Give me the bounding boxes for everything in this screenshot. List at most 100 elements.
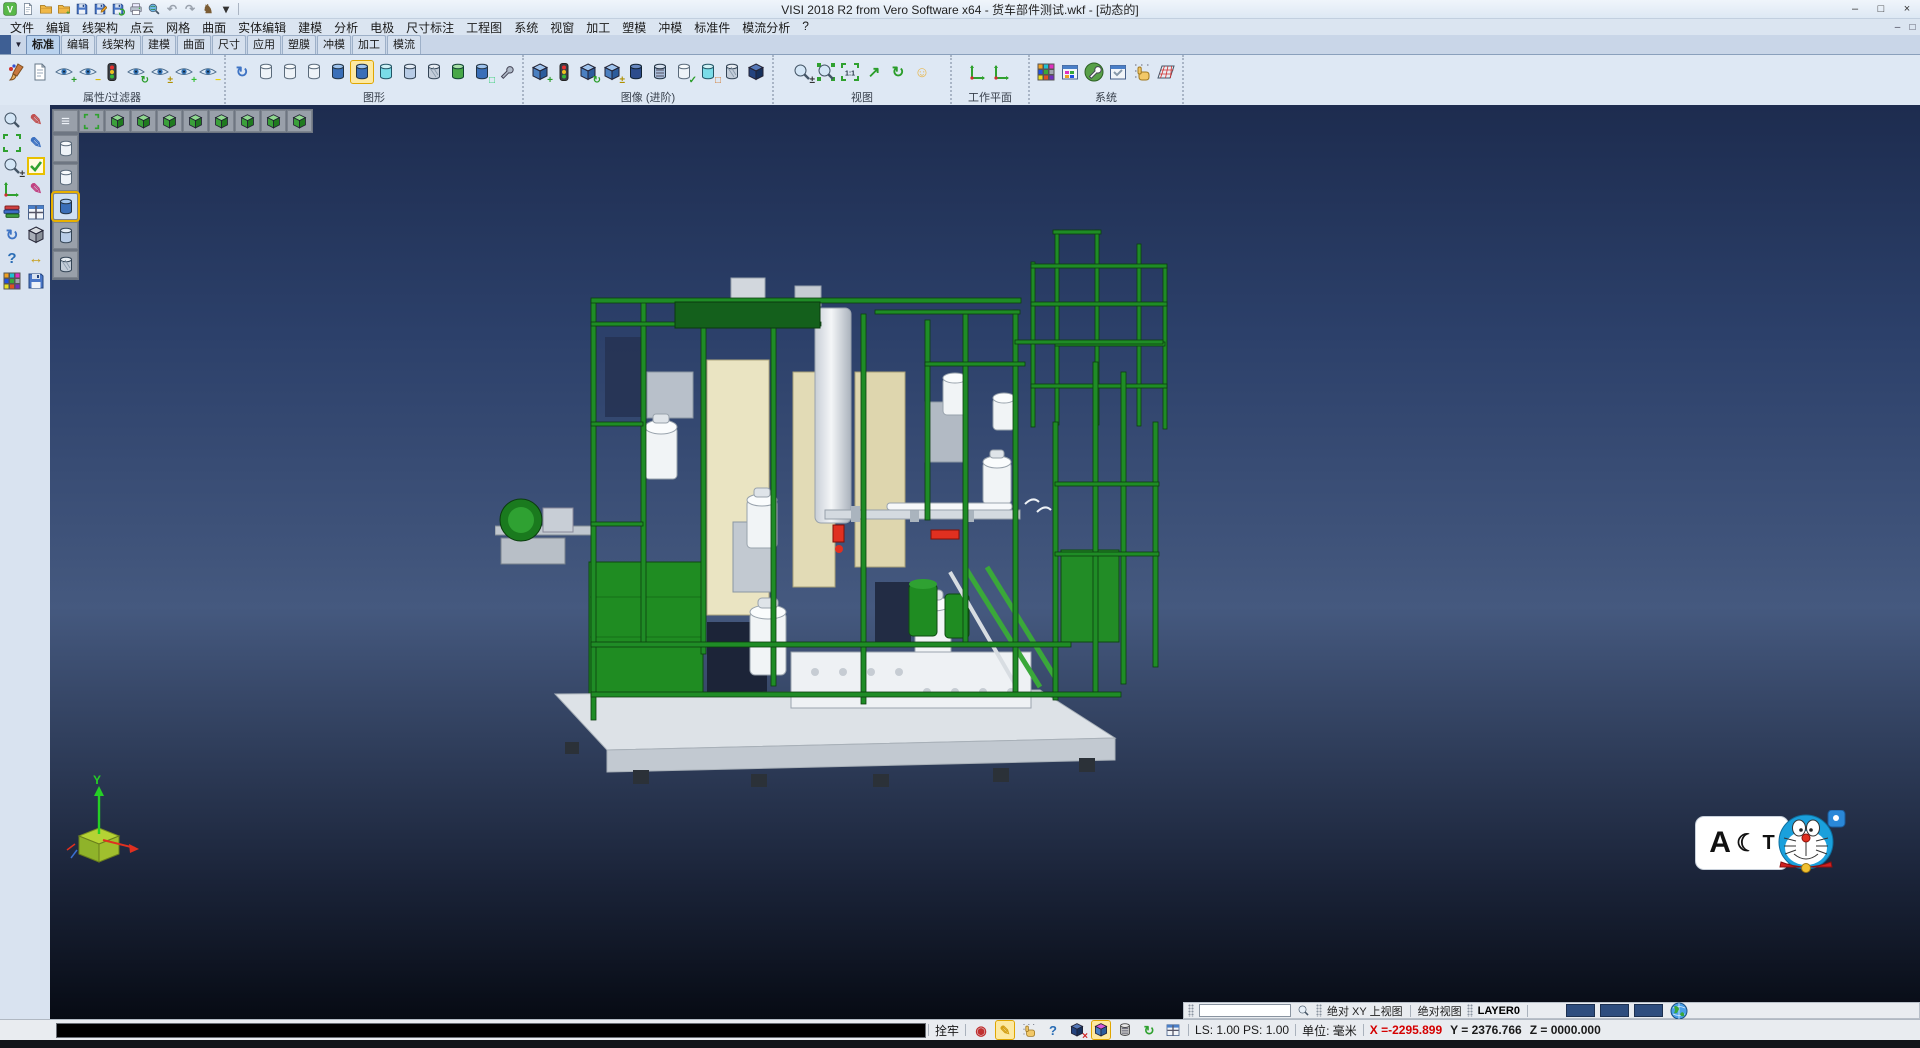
machine-model[interactable] [495,222,1175,787]
toggle-visibility-icon[interactable]: ± [149,61,171,83]
visi-logo[interactable]: V [2,1,18,17]
save-view-icon[interactable] [25,270,47,292]
show-entities-icon[interactable]: + [53,61,75,83]
wireframe-cylinder-icon[interactable] [255,61,277,83]
shaded-edges-cylinder-icon[interactable] [351,61,373,83]
menu-item-视窗[interactable]: 视窗 [544,19,580,36]
solid-view-icon[interactable] [25,224,47,246]
menu-item-塑模[interactable]: 塑模 [616,19,652,36]
validated-cylinder-icon[interactable]: ✓ [673,61,695,83]
undo-icon[interactable]: ↶ [164,1,180,17]
viewport-menu-icon[interactable]: ≡ [53,110,78,132]
move-ucs-icon[interactable] [1,178,23,200]
striped-cylinder-icon[interactable] [649,61,671,83]
window-select-icon[interactable] [1,132,23,154]
render-mesh-icon[interactable] [53,251,78,278]
view-iso-icon[interactable] [105,110,130,132]
advanced-toggle-icon[interactable]: ± [601,61,623,83]
hide-all-icon[interactable]: − [197,61,219,83]
menu-item-文件[interactable]: 文件 [4,19,40,36]
copy-cylinder-icon[interactable]: □ [697,61,719,83]
save-all-icon[interactable] [110,1,126,17]
workplane-align-icon[interactable] [991,61,1013,83]
view-left-icon[interactable] [183,110,208,132]
minimize-button[interactable]: – [1842,1,1868,17]
advanced-show-icon[interactable]: + [529,61,551,83]
more-commands-icon[interactable]: ▾ [218,1,234,17]
tab-modeling[interactable]: 建模 [142,35,176,54]
color-palette-icon[interactable] [1035,61,1057,83]
active-layer-status[interactable]: LAYER0 [1478,1005,1520,1017]
tab-standard[interactable]: 标准 [26,35,60,54]
erase-sketch-icon[interactable]: ✎ [25,109,47,131]
render-ghost-icon[interactable] [53,222,78,249]
view-iso-se-icon[interactable] [287,110,312,132]
curve-icon[interactable]: ✎ [25,178,47,200]
view-front-icon[interactable] [131,110,156,132]
layers-icon[interactable] [1,270,23,292]
shading-face-icon[interactable]: ☺ [911,61,933,83]
shade-cube-icon[interactable] [1092,1021,1110,1039]
menu-item-工程图[interactable]: 工程图 [460,19,508,36]
menu-item-尺寸标注[interactable]: 尺寸标注 [400,19,460,36]
open-file-icon[interactable] [38,1,54,17]
snap-grid-icon[interactable] [1131,61,1153,83]
auto-rotate-icon[interactable]: ↻ [1140,1021,1158,1039]
color-table-icon[interactable] [1059,61,1081,83]
tab-application[interactable]: 应用 [247,35,281,54]
menu-item-实体编辑[interactable]: 实体编辑 [232,19,292,36]
menu-item-线架构[interactable]: 线架构 [76,19,124,36]
view-bottom-icon[interactable] [261,110,286,132]
ghost-cylinder-icon[interactable] [399,61,421,83]
menu-item-?[interactable]: ? [796,19,815,36]
menu-item-编辑[interactable]: 编辑 [40,19,76,36]
hide-cube-icon[interactable]: × [1068,1021,1086,1039]
hide-entities-icon[interactable]: − [77,61,99,83]
menu-item-网格[interactable]: 网格 [160,19,196,36]
save-as-icon[interactable] [92,1,108,17]
view-orientation-status[interactable]: 绝对 XY 上视图 [1327,1003,1403,1019]
measure-view-icon[interactable]: ↗ [863,61,885,83]
options-window-icon[interactable] [1107,61,1129,83]
zoom-extents-icon[interactable] [815,61,837,83]
zoom-window-icon[interactable]: ± [1,155,23,177]
snap-toggle[interactable]: 拴牢 [931,1022,963,1039]
render-hidden-line-icon[interactable] [53,164,78,191]
spline-icon[interactable]: ✎ [25,132,47,154]
toolbar-gripper[interactable] [1316,1004,1322,1017]
render-books-icon[interactable] [1,201,23,223]
tab-edit[interactable]: 编辑 [61,35,95,54]
system-tools-icon[interactable] [1083,61,1105,83]
solid-cube-icon[interactable] [745,61,767,83]
hatch-cylinder-icon[interactable] [423,61,445,83]
menu-item-系统[interactable]: 系统 [508,19,544,36]
pick-wand-icon[interactable]: ✎ [996,1021,1014,1039]
viewer-icon[interactable]: ♞ [200,1,216,17]
compare-cylinder-icon[interactable] [447,61,469,83]
tab-wireframe[interactable]: 线架构 [96,35,141,54]
toolbar-gripper[interactable] [1467,1004,1473,1017]
menu-item-加工[interactable]: 加工 [580,19,616,36]
mdi-minimize-button[interactable]: – [1890,22,1905,33]
attributes-brush-icon[interactable] [5,61,27,83]
menu-item-曲面[interactable]: 曲面 [196,19,232,36]
show-all-icon[interactable]: + [173,61,195,83]
view-top-icon[interactable] [235,110,260,132]
view-back-icon[interactable] [157,110,182,132]
render-wireframe-icon[interactable] [53,135,78,162]
menu-item-建模[interactable]: 建模 [292,19,328,36]
menu-item-分析[interactable]: 分析 [328,19,364,36]
regen-view-icon[interactable]: ↻ [1,224,23,246]
toolbar-gripper[interactable] [1188,1004,1194,1017]
split-window-icon[interactable] [1164,1021,1182,1039]
layer-color-swatch[interactable] [1634,1004,1663,1017]
view-mode-status[interactable]: 绝对视图 [1418,1003,1462,1019]
regen-graphics-icon[interactable]: ↻ [231,61,253,83]
close-button[interactable]: × [1894,1,1920,17]
layer-color-swatch[interactable] [1600,1004,1629,1017]
confirm-icon[interactable] [25,155,47,177]
redo-icon[interactable]: ↷ [182,1,198,17]
hidden-line-cylinder-icon[interactable] [279,61,301,83]
measure-icon[interactable]: ↔ [25,247,47,269]
zoom-in-out-icon[interactable]: ± [791,61,813,83]
